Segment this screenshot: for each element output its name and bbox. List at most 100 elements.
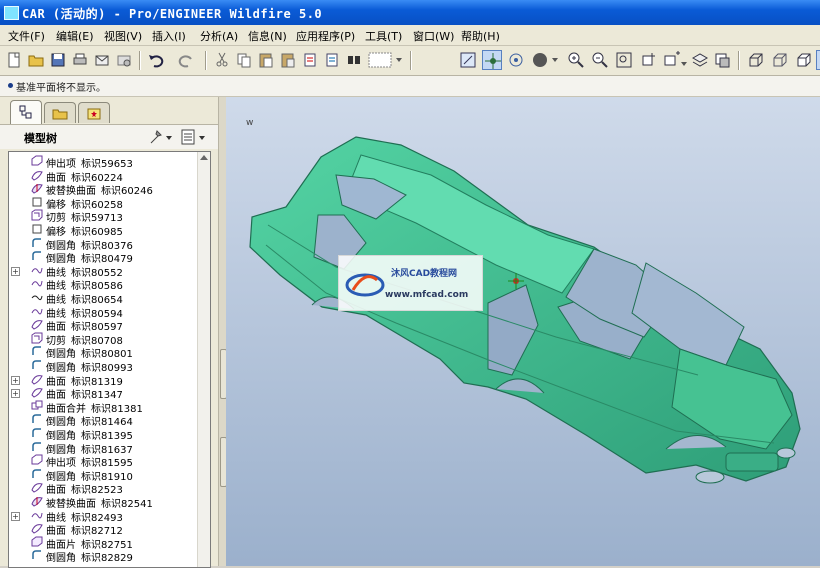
selection-box-icon[interactable]: [366, 50, 406, 70]
saved-views-icon[interactable]: [662, 50, 688, 70]
navigator-panel: 模型树 伸出项 标识59653 曲面 标识60224 被替换曲面 标识60246 偏移 标识6…: [0, 97, 218, 568]
toolbar-separator: [205, 51, 207, 70]
tree-item[interactable]: 倒圆角 标识81637: [9, 441, 199, 456]
favorites-tab-icon[interactable]: [78, 102, 110, 123]
appearance-sphere-icon[interactable]: [530, 50, 560, 70]
tree-item[interactable]: 伸出项 标识81595: [9, 454, 199, 469]
tree-item[interactable]: + 曲面 标识81319: [9, 373, 199, 388]
tree-settings-icon[interactable]: [148, 128, 174, 146]
round-icon: [31, 359, 43, 371]
tree-item[interactable]: 倒圆角 标识80993: [9, 359, 199, 374]
reorient-icon[interactable]: [638, 50, 658, 70]
curve-line-icon: [31, 291, 43, 303]
menu-edit[interactable]: 编辑(E): [56, 28, 94, 44]
tree-item[interactable]: 偏移 标识60258: [9, 196, 199, 211]
tree-item[interactable]: 曲面合并 标识81381: [9, 400, 199, 415]
message-text: 基准平面将不显示。: [16, 83, 106, 94]
tree-columns-icon[interactable]: [180, 128, 208, 146]
surface-icon: [31, 481, 43, 493]
tree-item[interactable]: 曲面 标识60224: [9, 169, 199, 184]
tree-item[interactable]: + 曲线 标识80552: [9, 264, 199, 279]
paste-icon[interactable]: [256, 50, 276, 70]
tree-item[interactable]: 倒圆角 标识81464: [9, 413, 199, 428]
toolbar-separator: [410, 51, 412, 70]
tree-item[interactable]: 倒圆角 标识81910: [9, 468, 199, 483]
new-file-icon[interactable]: [4, 50, 24, 70]
replaced-surface-icon: [31, 182, 43, 194]
menu-analysis[interactable]: 分析(A): [200, 28, 238, 44]
menu-help[interactable]: 帮助(H): [461, 28, 500, 44]
zoom-in-icon[interactable]: [566, 50, 586, 70]
tree-item[interactable]: 被替换曲面 标识82541: [9, 495, 199, 510]
tree-item[interactable]: 切剪 标识80708: [9, 332, 199, 347]
menu-info[interactable]: 信息(N): [248, 28, 287, 44]
cut-icon[interactable]: [212, 50, 232, 70]
paste-special-icon[interactable]: [278, 50, 298, 70]
no-hidden-icon[interactable]: [794, 50, 814, 70]
open-folder-icon[interactable]: [26, 50, 46, 70]
tree-item[interactable]: 曲面片 标识82751: [9, 536, 199, 551]
tree-item[interactable]: 倒圆角 标识82829: [9, 549, 199, 564]
tree-item[interactable]: 曲面 标识82712: [9, 522, 199, 537]
spin-center-icon[interactable]: [482, 50, 502, 70]
expand-toggle-icon[interactable]: +: [11, 375, 20, 385]
undo-icon[interactable]: [146, 50, 166, 70]
zoom-out-icon[interactable]: [590, 50, 610, 70]
tree-item[interactable]: + 曲面 标识81347: [9, 386, 199, 401]
find-icon[interactable]: [344, 50, 364, 70]
scroll-up-icon[interactable]: [200, 155, 208, 160]
tree-item[interactable]: 切剪 标识59713: [9, 209, 199, 224]
watermark-text: 沐风CAD教程网: [391, 269, 458, 279]
view-manager-icon[interactable]: [712, 50, 732, 70]
hidden-line-icon[interactable]: [770, 50, 790, 70]
tree-item[interactable]: 倒圆角 标识81395: [9, 427, 199, 442]
menu-applications[interactable]: 应用程序(P): [296, 28, 355, 44]
tree-item[interactable]: + 曲线 标识82493: [9, 509, 199, 524]
tree-item[interactable]: 曲线 标识80654: [9, 291, 199, 306]
car-body-model[interactable]: [226, 97, 820, 566]
shading-icon[interactable]: [816, 50, 820, 70]
round-icon: [31, 427, 43, 439]
tree-item[interactable]: 被替换曲面 标识60246: [9, 182, 199, 197]
expand-toggle-icon[interactable]: +: [11, 266, 20, 276]
menu-file[interactable]: 文件(F): [8, 28, 45, 44]
tree-item[interactable]: 倒圆角 标识80479: [9, 250, 199, 265]
regenerate-icon[interactable]: [300, 50, 320, 70]
tree-item[interactable]: 偏移 标识60985: [9, 223, 199, 238]
print-icon[interactable]: [70, 50, 90, 70]
regen-manager-icon[interactable]: [322, 50, 342, 70]
wireframe-icon[interactable]: [746, 50, 766, 70]
model-tree[interactable]: 伸出项 标识59653 曲面 标识60224 被替换曲面 标识60246 偏移 标识60258…: [8, 151, 211, 568]
repaint-icon[interactable]: [458, 50, 478, 70]
copy-icon[interactable]: [234, 50, 254, 70]
mail-attachment-icon[interactable]: [114, 50, 134, 70]
graphics-viewport[interactable]: w 沐风CAD教程网 www.mfcad.com: [226, 97, 820, 566]
layers-icon[interactable]: [690, 50, 710, 70]
expand-toggle-icon[interactable]: +: [11, 511, 20, 521]
send-mail-icon[interactable]: [92, 50, 112, 70]
extrude-icon: [31, 155, 43, 167]
tree-item[interactable]: 倒圆角 标识80801: [9, 345, 199, 360]
folder-browser-tab-icon[interactable]: [44, 102, 76, 123]
round-icon: [31, 468, 43, 480]
tree-item[interactable]: 倒圆角 标识80376: [9, 237, 199, 252]
redo-icon[interactable]: [176, 50, 196, 70]
model-tree-tab-icon[interactable]: [10, 100, 42, 125]
message-bullet-icon: [8, 83, 13, 88]
tree-item[interactable]: 曲线 标识80594: [9, 305, 199, 320]
orient-mode-icon[interactable]: [506, 50, 526, 70]
expand-toggle-icon[interactable]: +: [11, 389, 20, 399]
menu-window[interactable]: 窗口(W): [413, 28, 454, 44]
tree-item[interactable]: 曲面 标识80597: [9, 318, 199, 333]
menu-insert[interactable]: 插入(I): [152, 28, 186, 44]
merge-icon: [31, 400, 43, 412]
menu-tools[interactable]: 工具(T): [365, 28, 402, 44]
watermark-url: www.mfcad.com: [385, 290, 469, 300]
save-icon[interactable]: [48, 50, 68, 70]
tree-item[interactable]: 曲线 标识80586: [9, 277, 199, 292]
extrude-icon: [31, 454, 43, 466]
refit-icon[interactable]: [614, 50, 634, 70]
tree-item[interactable]: 曲面 标识82523: [9, 481, 199, 496]
tree-item[interactable]: 伸出项 标识59653: [9, 155, 199, 170]
menu-view[interactable]: 视图(V): [104, 28, 142, 44]
